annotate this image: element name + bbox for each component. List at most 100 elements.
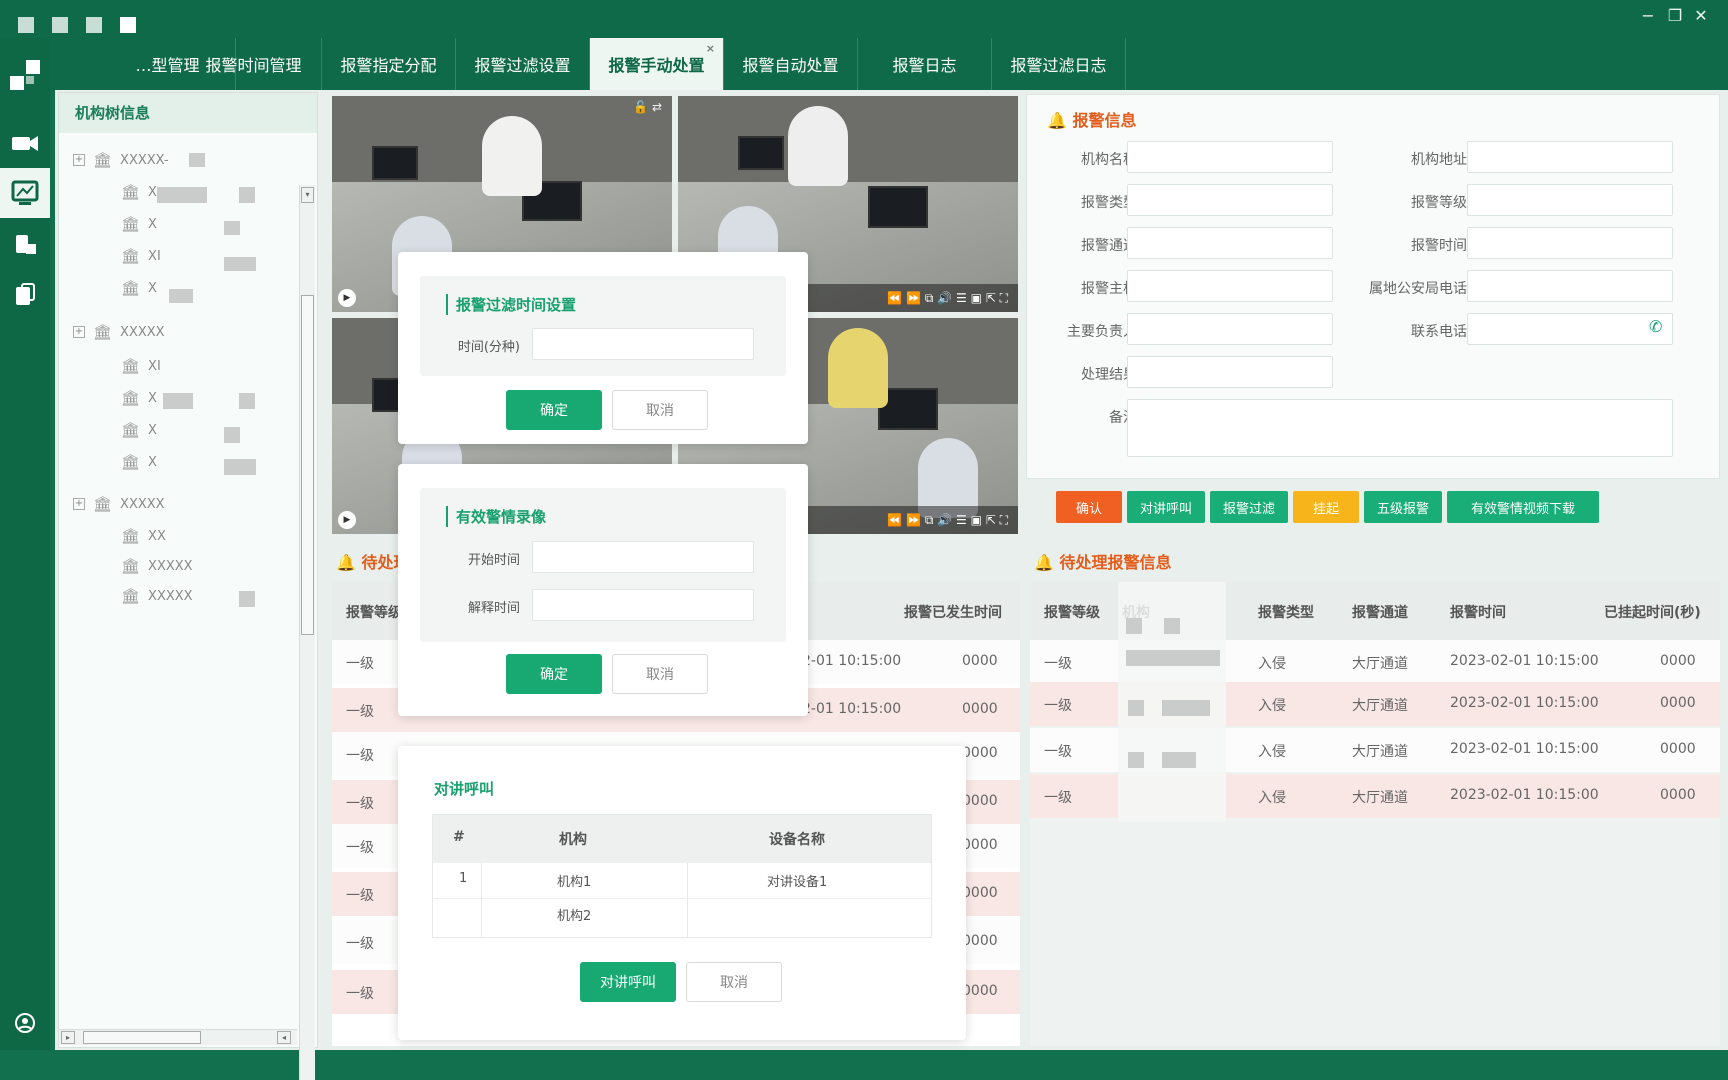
play-icon[interactable]: ▶ xyxy=(338,289,356,307)
org-address-input[interactable] xyxy=(1467,141,1673,173)
tree-node-leaf[interactable]: 🏛 X xyxy=(121,419,157,441)
tree-node-leaf[interactable]: 🏛 X xyxy=(121,451,157,473)
window-icon-square xyxy=(52,17,68,33)
confirm-button[interactable]: 确定 xyxy=(506,654,602,694)
elapsed-cell: 0000 xyxy=(962,933,998,949)
org-name-input[interactable] xyxy=(1127,141,1333,173)
alarm-time-input[interactable] xyxy=(1467,227,1673,259)
tree-horizontal-scrollbar[interactable]: ▸ ◂ xyxy=(59,1029,297,1045)
blurred-region xyxy=(224,427,240,443)
tab-alarm-log[interactable]: 报警日志 xyxy=(858,38,992,90)
level-five-alarm-button[interactable]: 五级报警 xyxy=(1364,491,1442,523)
cancel-button[interactable]: 取消 xyxy=(612,654,708,694)
tree-node-label: X xyxy=(148,422,157,438)
channel-cell: 大厅通道 xyxy=(1352,790,1408,806)
alarm-channel-input[interactable] xyxy=(1127,227,1333,259)
tab-label: 报警手动处置 xyxy=(608,56,705,75)
play-icon[interactable]: ▶ xyxy=(338,511,356,529)
time-minutes-input[interactable] xyxy=(532,328,754,360)
police-phone-input[interactable] xyxy=(1467,270,1673,302)
tab-alarm-assignment[interactable]: 报警指定分配 xyxy=(322,38,456,90)
time-cell: 2023-02-01 10:15:00 xyxy=(1450,695,1599,711)
alarm-monitor-icon[interactable] xyxy=(0,168,50,218)
blurred-region xyxy=(224,221,240,235)
column-header: 报警时间 xyxy=(1450,605,1506,621)
blurred-region xyxy=(239,187,255,203)
tree-node-leaf[interactable]: 🏛 XXXXX xyxy=(121,585,193,607)
alarm-host-input[interactable] xyxy=(1127,270,1333,302)
report-icon[interactable] xyxy=(0,270,50,320)
scroll-thumb[interactable] xyxy=(83,1031,201,1044)
column-header: # xyxy=(453,829,465,845)
tree-node-leaf[interactable]: 🏛 X xyxy=(121,277,157,299)
result-input[interactable] xyxy=(1127,356,1333,388)
bank-icon: 🏛 xyxy=(121,527,141,545)
tab-close-icon[interactable]: × xyxy=(706,42,715,55)
tab-alarm-time-management[interactable]: 报警时间管理 xyxy=(186,38,322,90)
column-header: 报警等级 xyxy=(1044,605,1100,621)
suspend-button[interactable]: 挂起 xyxy=(1293,491,1359,523)
blurred-region xyxy=(224,257,256,271)
intercom-call-button[interactable]: 对讲呼叫 xyxy=(1127,491,1205,523)
tree-node-leaf[interactable]: 🏛 XXXXX xyxy=(121,555,193,577)
expand-icon[interactable]: + xyxy=(73,498,85,510)
org-cell: 机构2 xyxy=(557,909,592,924)
scroll-right-icon[interactable]: ▸ xyxy=(61,1031,75,1044)
camera-icon[interactable] xyxy=(0,118,50,168)
intercom-call-confirm-button[interactable]: 对讲呼叫 xyxy=(580,962,676,1002)
tab-filter-log[interactable]: 报警过滤日志 xyxy=(992,38,1126,90)
minimize-button[interactable]: − xyxy=(1637,6,1659,25)
bank-icon: 🏛 xyxy=(121,421,141,439)
note-textarea[interactable] xyxy=(1127,399,1673,457)
blurred-region xyxy=(239,393,255,409)
contact-phone-input[interactable] xyxy=(1467,313,1673,345)
scroll-up-icon[interactable]: ▾ xyxy=(301,187,314,203)
alarm-filter-button[interactable]: 报警过滤 xyxy=(1210,491,1288,523)
cancel-button[interactable]: 取消 xyxy=(686,962,782,1002)
blurred-region xyxy=(163,393,193,409)
confirm-button[interactable]: 确定 xyxy=(506,390,602,430)
expand-icon[interactable]: + xyxy=(73,154,85,166)
alarm-bell-icon: 🔔 xyxy=(1047,111,1073,130)
tree-node-leaf[interactable]: 🏛 XI xyxy=(121,355,161,377)
tab-alarm-filter-settings[interactable]: 报警过滤设置 xyxy=(456,38,590,90)
alarm-type-input[interactable] xyxy=(1127,184,1333,216)
download-video-button[interactable]: 有效警情视频下载 xyxy=(1447,491,1599,523)
table-row[interactable]: 1 机构1 对讲设备1 xyxy=(433,863,931,899)
tree-node-leaf[interactable]: 🏛 XI xyxy=(121,245,161,267)
tree-node-leaf[interactable]: 🏛 X xyxy=(121,213,157,235)
tree-node-leaf[interactable]: 🏛 X xyxy=(121,387,157,409)
tree-node-group[interactable]: + 🏛 XXXXX xyxy=(73,493,165,515)
filter-time-dialog: 报警过滤时间设置 时间(分种) 确定 取消 xyxy=(398,252,808,444)
expand-icon[interactable]: + xyxy=(73,326,85,338)
close-window-button[interactable]: ✕ xyxy=(1690,6,1712,25)
tree-vertical-scrollbar[interactable]: ▾ xyxy=(299,185,315,1080)
level-cell: 一级 xyxy=(346,840,374,856)
blurred-region xyxy=(169,289,193,303)
tree-node-label: XX xyxy=(148,528,166,544)
end-time-input[interactable] xyxy=(532,589,754,621)
blurred-region xyxy=(1126,650,1220,666)
tree-node-leaf[interactable]: 🏛 XX xyxy=(121,525,166,547)
table-row[interactable]: 机构2 xyxy=(433,899,931,935)
confirm-button[interactable]: 确认 xyxy=(1056,491,1122,523)
tab-manual-handling[interactable]: 报警手动处置 × xyxy=(590,38,724,90)
tree-node-leaf[interactable]: 🏛 X xyxy=(121,181,157,203)
tree-node-label: XXXXX xyxy=(148,558,193,574)
scroll-thumb[interactable] xyxy=(301,295,314,635)
tree-node-group[interactable]: + 🏛 XXXXX xyxy=(73,321,165,343)
type-cell: 入侵 xyxy=(1258,790,1286,806)
alarm-level-input[interactable] xyxy=(1467,184,1673,216)
scroll-left-icon[interactable]: ◂ xyxy=(277,1031,291,1044)
phone-icon[interactable]: ✆ xyxy=(1649,317,1662,336)
start-time-input[interactable] xyxy=(532,541,754,573)
lock-icon[interactable]: 🔓 ⇄ xyxy=(633,100,662,114)
device-icon[interactable] xyxy=(0,220,50,270)
cancel-button[interactable]: 取消 xyxy=(612,390,708,430)
column-header: 报警通道 xyxy=(1352,605,1408,621)
tree-node-group[interactable]: + 🏛 XXXXX- xyxy=(73,149,169,171)
tab-auto-handling[interactable]: 报警自动处置 xyxy=(724,38,858,90)
restore-button[interactable]: ❐ xyxy=(1664,6,1686,25)
responsible-person-input[interactable] xyxy=(1127,313,1333,345)
bank-icon: 🏛 xyxy=(121,587,141,605)
